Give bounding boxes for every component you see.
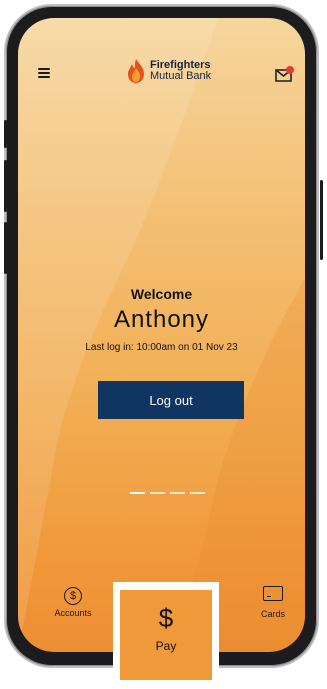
app-screen: Firefighters Mutual Bank Welcome Anthony…	[18, 18, 305, 652]
logo-line2: Mutual Bank	[150, 70, 212, 82]
tab-cards[interactable]: Cards	[253, 586, 293, 619]
welcome-section: Welcome Anthony Last log in: 10:00am on …	[18, 286, 305, 353]
top-bar: Firefighters Mutual Bank	[18, 56, 305, 96]
welcome-title: Welcome	[130, 286, 193, 302]
bank-logo: Firefighters Mutual Bank	[126, 58, 211, 84]
page-dot[interactable]	[150, 492, 165, 494]
page-dot[interactable]	[190, 492, 205, 494]
card-icon	[263, 586, 283, 601]
hamburger-menu-icon[interactable]	[38, 68, 50, 78]
page-dot[interactable]	[170, 492, 185, 494]
pay-label: Pay	[155, 639, 177, 653]
side-button	[4, 160, 7, 212]
dollar-sign-icon: $	[158, 603, 174, 633]
mail-notification-icon[interactable]	[275, 66, 295, 82]
page-indicator	[130, 492, 205, 494]
tab-accounts-label: Accounts	[54, 608, 92, 618]
logo-text: Firefighters Mutual Bank	[150, 60, 211, 82]
page-dot[interactable]	[130, 492, 145, 494]
tab-cards-label: Cards	[260, 609, 285, 619]
logout-button[interactable]: Log out	[98, 381, 244, 419]
user-name: Anthony	[113, 306, 210, 333]
side-button	[320, 180, 323, 260]
pay-button[interactable]: $ Pay	[120, 590, 212, 680]
last-login-text: Last log in: 10:00am on 01 Nov 23	[85, 342, 238, 353]
flame-icon	[128, 59, 144, 83]
side-button	[4, 222, 7, 274]
side-button	[4, 120, 7, 148]
tab-accounts[interactable]: $ Accounts	[48, 586, 98, 618]
pay-tab-highlight: $ Pay	[113, 582, 219, 687]
dollar-icon: $	[64, 587, 82, 605]
